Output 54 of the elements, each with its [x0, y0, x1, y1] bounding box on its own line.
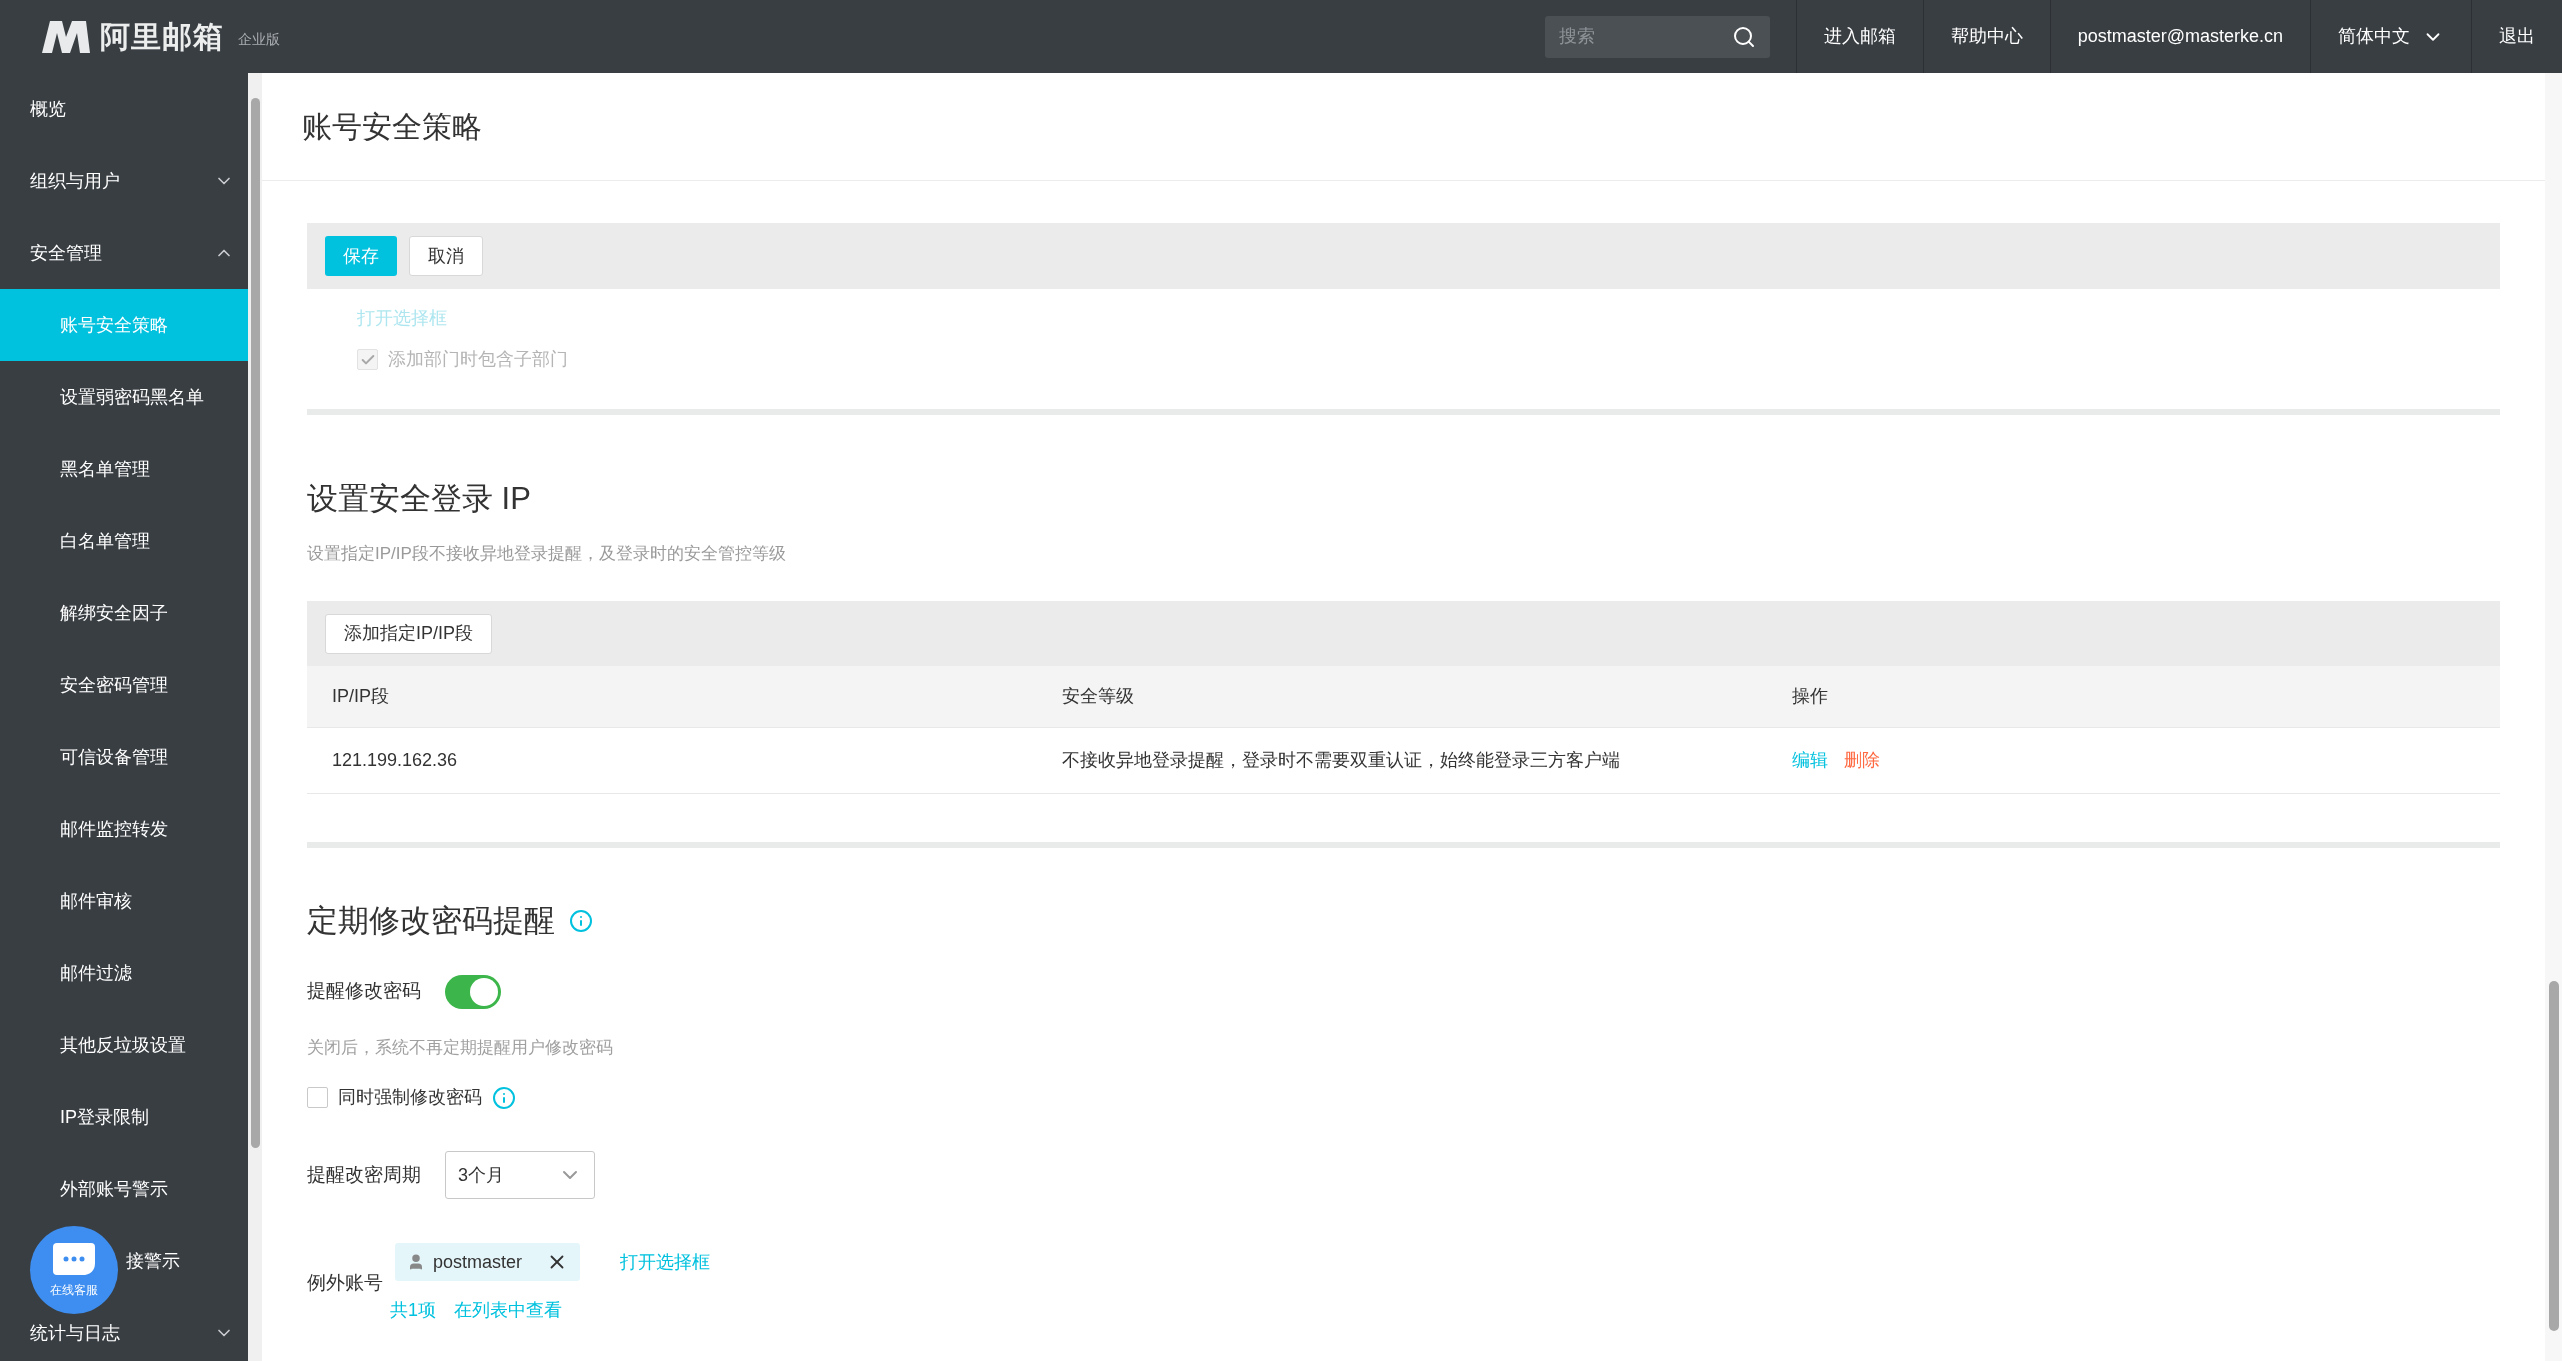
sidebar-subitem[interactable]: 解绑安全因子 [0, 577, 248, 649]
add-ip-button[interactable]: 添加指定IP/IP段 [325, 613, 492, 654]
logo-icon [40, 18, 92, 55]
chat-icon [51, 1241, 97, 1277]
user-icon [407, 1253, 425, 1271]
sidebar-subitem[interactable]: 设置弱密码黑名单 [0, 361, 248, 433]
table-cell-text: 121.199.162.36 [332, 749, 459, 772]
column-header: 操作 [1792, 685, 1829, 708]
field-label: 提醒改密周期 [307, 1162, 421, 1187]
info-icon[interactable] [492, 1085, 516, 1110]
section-description: 设置指定IP/IP段不接收异地登录提醒，及登录时的安全管控等级 [307, 542, 787, 565]
section-title: 设置安全登录 IP [307, 480, 532, 518]
sidebar-item[interactable]: 安全管理 [30, 239, 102, 267]
search-input[interactable]: 搜索 [1558, 23, 1732, 50]
nav-link[interactable]: 帮助中心 [1922, 0, 2050, 73]
sidebar-subitem[interactable]: 邮件审核 [0, 865, 248, 937]
sidebar-subitem[interactable]: 可信设备管理 [0, 721, 248, 793]
info-icon[interactable] [569, 909, 593, 934]
page-scrollbar[interactable] [2545, 73, 2562, 1361]
sidebar-subitem[interactable]: 接警示 [126, 1247, 180, 1275]
sidebar-scrollbar[interactable] [248, 73, 262, 1361]
sidebar-item[interactable]: 统计与日志 [30, 1319, 120, 1347]
checkbox[interactable] [307, 1087, 328, 1108]
sidebar-subitem[interactable]: IP登录限制 [0, 1081, 248, 1153]
column-header: IP/IP段 [332, 685, 390, 708]
edition-label: 企业版 [238, 30, 280, 49]
checkbox-label: 添加部门时包含子部门 [388, 348, 568, 371]
sidebar-subitem[interactable]: 外部账号警示 [0, 1153, 248, 1225]
sidebar-item[interactable]: 概览 [30, 95, 66, 123]
toggle-switch[interactable] [445, 974, 501, 1009]
search-field[interactable]: 搜索 [1544, 15, 1770, 58]
page-title: 账号安全策略 [302, 109, 482, 145]
field-label: 例外账号 [307, 1271, 383, 1296]
sidebar-subitem[interactable]: 白名单管理 [0, 505, 248, 577]
search-icon[interactable] [1731, 24, 1756, 49]
toggle-label: 提醒修改密码 [307, 979, 421, 1004]
cancel-button[interactable]: 取消 [409, 236, 483, 276]
sidebar-subitem[interactable]: 安全密码管理 [0, 649, 248, 721]
nav-link[interactable]: postmaster@masterke.cn [2049, 0, 2310, 73]
period-select[interactable]: 3个月 [445, 1151, 595, 1199]
column-header: 安全等级 [1062, 685, 1135, 708]
section-title: 定期修改密码提醒 [307, 902, 555, 940]
language-dropdown[interactable]: 简体中文 [2310, 0, 2471, 73]
nav-link[interactable]: 进入邮箱 [1795, 0, 1923, 73]
sidebar-subitem[interactable]: 邮件过滤 [0, 937, 248, 1009]
sidebar-subitem[interactable]: 邮件监控转发 [0, 793, 248, 865]
toggle-hint: 关闭后，系统不再定期提醒用户修改密码 [307, 1036, 614, 1059]
account-tag: postmaster [395, 1243, 581, 1281]
sidebar-subitem[interactable]: 其他反垃圾设置 [0, 1009, 248, 1081]
checkbox-label: 同时强制修改密码 [338, 1086, 482, 1109]
logo-text: 阿里邮箱 [100, 19, 224, 55]
table-cell-text: 不接收异地登录提醒，登录时不需要双重认证，始终能登录三方客户端 [1062, 749, 1621, 772]
sidebar-subitem[interactable]: 黑名单管理 [0, 433, 248, 505]
sidebar-item[interactable]: 组织与用户 [30, 167, 120, 195]
